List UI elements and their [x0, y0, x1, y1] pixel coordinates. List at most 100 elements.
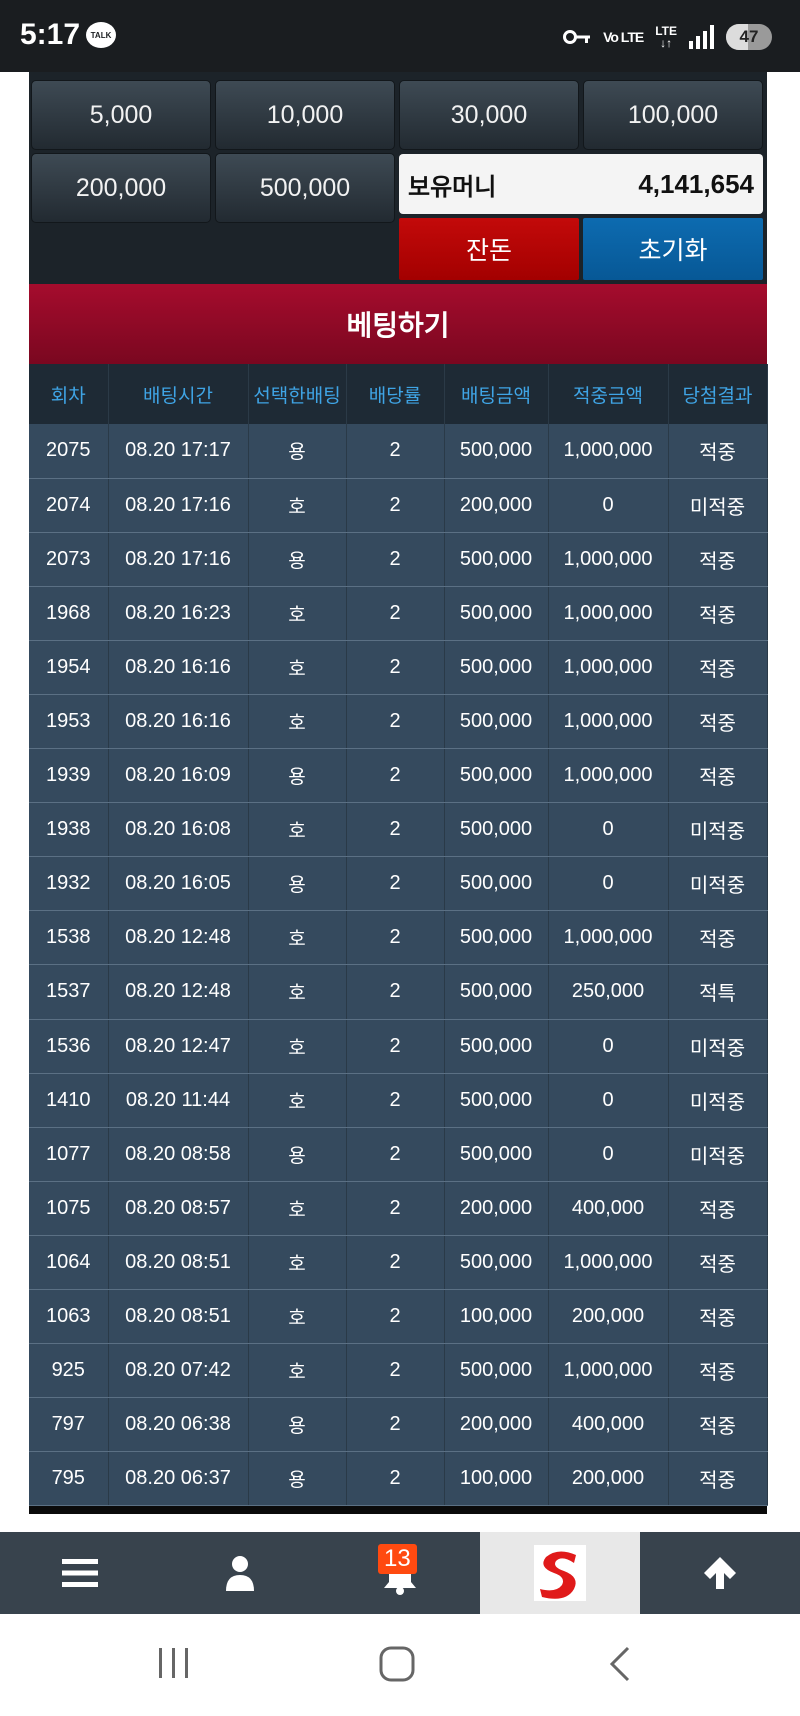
recent-apps-icon — [159, 1648, 188, 1678]
table-row: 795 08.20 06:37 용 2 100,000 200,000 적중 — [29, 1451, 768, 1507]
cell-pick: 호 — [248, 694, 347, 750]
cell-pick: 호 — [248, 964, 347, 1020]
header-win-amount: 적중금액 — [548, 364, 669, 424]
status-bar: 5:17 TALK Vo LTE LTE ↓↑ 47 — [0, 0, 800, 72]
rest-button[interactable]: 잔돈 — [399, 218, 579, 280]
cell-time: 08.20 16:08 — [108, 802, 249, 858]
cell-round: 1075 — [29, 1181, 109, 1236]
cell-pick: 호 — [248, 1235, 347, 1291]
table-row: 1063 08.20 08:51 호 2 100,000 200,000 적중 — [29, 1289, 768, 1345]
table-row: 1939 08.20 16:09 용 2 500,000 1,000,000 적중 — [29, 748, 768, 804]
header-odds: 배당률 — [346, 364, 445, 424]
page-content: 5,000 10,000 30,000 100,000 200,000 500,… — [29, 72, 768, 1515]
vpn-key-icon — [563, 29, 591, 45]
system-navigation — [0, 1614, 800, 1716]
cell-win-amount: 1,000,000 — [548, 1235, 669, 1291]
cell-win-amount: 200,000 — [548, 1289, 669, 1345]
chip-200000[interactable]: 200,000 — [31, 153, 211, 223]
cell-odds: 2 — [346, 532, 445, 587]
profile-button[interactable] — [160, 1532, 320, 1614]
home-button[interactable] — [379, 1646, 415, 1687]
cell-bet-amount: 500,000 — [444, 694, 549, 750]
cell-pick: 호 — [248, 910, 347, 966]
chip-10000[interactable]: 10,000 — [215, 80, 395, 150]
site-logo — [534, 1545, 586, 1601]
header-pick: 선택한배팅 — [248, 364, 347, 424]
cell-result: 적중 — [668, 640, 768, 695]
cell-bet-amount: 500,000 — [444, 532, 549, 587]
cell-odds: 2 — [346, 1343, 445, 1399]
cell-time: 08.20 17:17 — [108, 424, 249, 479]
cell-pick: 용 — [248, 1397, 347, 1453]
cell-bet-amount: 500,000 — [444, 910, 549, 966]
cell-result: 미적중 — [668, 478, 768, 533]
cell-round: 1932 — [29, 856, 109, 912]
header-bet-amount: 배팅금액 — [444, 364, 549, 424]
notification-badge: 13 — [378, 1544, 417, 1574]
cell-odds: 2 — [346, 1073, 445, 1128]
bet-amount-panel: 5,000 10,000 30,000 100,000 200,000 500,… — [29, 72, 767, 284]
cell-round: 1968 — [29, 586, 109, 641]
cell-result: 적중 — [668, 1289, 768, 1345]
cell-time: 08.20 16:05 — [108, 856, 249, 912]
cell-odds: 2 — [346, 586, 445, 641]
reset-button[interactable]: 초기화 — [583, 218, 763, 280]
place-bet-button[interactable]: 베팅하기 — [29, 284, 767, 364]
cell-pick: 용 — [248, 856, 347, 912]
cell-result: 적중 — [668, 910, 768, 966]
chip-500000[interactable]: 500,000 — [215, 153, 395, 223]
cell-pick: 호 — [248, 1019, 347, 1074]
cell-round: 797 — [29, 1397, 109, 1453]
cell-bet-amount: 200,000 — [444, 1397, 549, 1453]
cell-time: 08.20 08:51 — [108, 1235, 249, 1291]
cell-win-amount: 1,000,000 — [548, 586, 669, 641]
cell-result: 미적중 — [668, 802, 768, 858]
scroll-top-button[interactable] — [640, 1532, 800, 1614]
back-button[interactable] — [608, 1646, 632, 1687]
cell-pick: 용 — [248, 1451, 347, 1507]
cell-result: 적중 — [668, 694, 768, 750]
cell-odds: 2 — [346, 856, 445, 912]
cell-time: 08.20 06:38 — [108, 1397, 249, 1453]
cell-result: 적중 — [668, 532, 768, 587]
cell-round: 1538 — [29, 910, 109, 966]
cell-result: 미적중 — [668, 1019, 768, 1074]
user-icon — [226, 1556, 254, 1591]
table-row: 1938 08.20 16:08 호 2 500,000 0 미적중 — [29, 802, 768, 858]
header-result: 당첨결과 — [668, 364, 768, 424]
cell-result: 적중 — [668, 424, 768, 479]
cell-round: 2075 — [29, 424, 109, 479]
cell-round: 1077 — [29, 1127, 109, 1182]
cell-win-amount: 0 — [548, 856, 669, 912]
cell-pick: 용 — [248, 424, 347, 479]
cell-time: 08.20 16:09 — [108, 748, 249, 804]
cell-pick: 호 — [248, 478, 347, 533]
cell-odds: 2 — [346, 478, 445, 533]
cell-result: 미적중 — [668, 1073, 768, 1128]
cell-odds: 2 — [346, 910, 445, 966]
cell-time: 08.20 06:37 — [108, 1451, 249, 1507]
site-logo-button[interactable] — [480, 1532, 640, 1614]
menu-button[interactable] — [0, 1532, 160, 1614]
chip-100000[interactable]: 100,000 — [583, 80, 763, 150]
battery-level: 47 — [739, 27, 759, 46]
bet-history-table: 회차 배팅시간 선택한배팅 배당률 배팅금액 적중금액 당첨결과 2075 08.… — [29, 364, 768, 1507]
cell-round: 1536 — [29, 1019, 109, 1074]
cell-time: 08.20 08:58 — [108, 1127, 249, 1182]
cell-round: 1939 — [29, 748, 109, 804]
table-row: 1968 08.20 16:23 호 2 500,000 1,000,000 적중 — [29, 586, 768, 641]
cell-pick: 호 — [248, 640, 347, 695]
cell-win-amount: 1,000,000 — [548, 910, 669, 966]
notifications-button[interactable]: 13 — [320, 1532, 480, 1614]
cell-odds: 2 — [346, 1127, 445, 1182]
cell-bet-amount: 500,000 — [444, 586, 549, 641]
volte-icon: Vo LTE — [603, 29, 644, 45]
recent-apps-button[interactable] — [158, 1646, 190, 1685]
screen: 5:17 TALK Vo LTE LTE ↓↑ 47 5,000 10,000 3… — [0, 0, 800, 1716]
cell-time: 08.20 17:16 — [108, 532, 249, 587]
chip-30000[interactable]: 30,000 — [399, 80, 579, 150]
cell-result: 적특 — [668, 964, 768, 1020]
cell-result: 적중 — [668, 1235, 768, 1291]
chip-5000[interactable]: 5,000 — [31, 80, 211, 150]
table-row: 925 08.20 07:42 호 2 500,000 1,000,000 적중 — [29, 1343, 768, 1399]
